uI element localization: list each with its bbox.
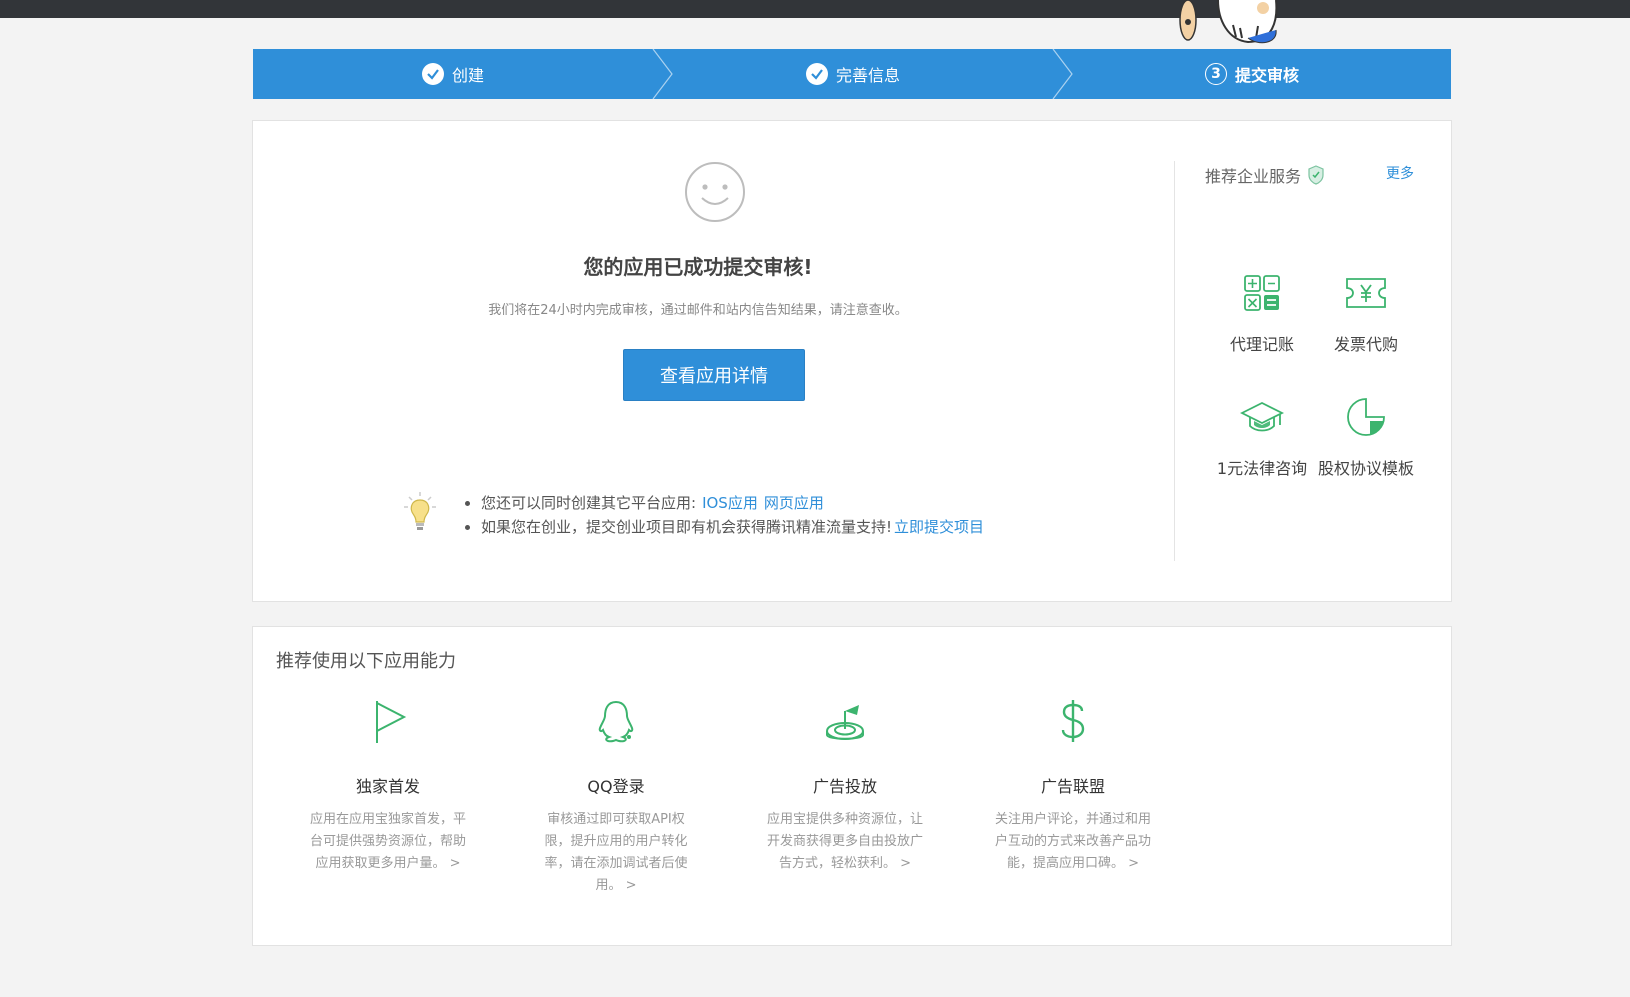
- capabilities-title: 推荐使用以下应用能力: [276, 651, 456, 672]
- service-bookkeeping[interactable]: 代理记账: [1207, 271, 1317, 355]
- capability-name: 广告联盟: [1040, 777, 1105, 796]
- service-label: 代理记账: [1229, 335, 1294, 354]
- qq-penguin-icon: [598, 700, 634, 743]
- tip-item: 您还可以同时创建其它平台应用: IOS应用网页应用: [481, 491, 984, 515]
- capability-name: 独家首发: [355, 777, 420, 796]
- pie-chart-icon: [1347, 398, 1385, 436]
- calculator-icon: [1244, 275, 1280, 311]
- service-label: 发票代购: [1333, 335, 1398, 354]
- view-app-details-button[interactable]: 查看应用详情: [623, 349, 805, 401]
- step-complete-info: 完善信息: [653, 49, 1053, 99]
- capability-description: 审核通过即可获取API权限，提升应用的用户转化率，请在添加调试者后使用。 >: [544, 812, 688, 893]
- capability-description: 关注用户评论，并通过和用户互动的方式来改善产品功能，提高应用口碑。 >: [995, 812, 1152, 871]
- sidebar-divider: [1174, 161, 1175, 561]
- recommended-services-title: 推荐企业服务: [1205, 163, 1325, 187]
- capability-exclusive-launch[interactable]: 独家首发 应用在应用宝独家首发，平台可提供强势资源位，帮助应用获取更多用户量。 …: [298, 697, 478, 875]
- shield-badge-icon: [1308, 165, 1324, 185]
- capability-name: QQ登录: [587, 777, 645, 796]
- capabilities-card: 推荐使用以下应用能力 独家首发 应用在应用宝独家首发，平台可提供强势资源位，帮助…: [252, 626, 1452, 946]
- capability-qq-login[interactable]: QQ登录 审核通过即可获取API权限，提升应用的用户转化率，请在添加调试者后使用…: [526, 697, 706, 897]
- capability-ad-placement[interactable]: 广告投放 应用宝提供多种资源位，让开发商获得更多自由投放广告方式，轻松获利。 >: [755, 697, 935, 875]
- service-invoice[interactable]: 发票代购: [1311, 271, 1421, 355]
- submit-project-link[interactable]: 立即提交项目: [894, 518, 984, 536]
- ios-app-link[interactable]: IOS应用: [702, 494, 758, 512]
- more-services-link[interactable]: 更多: [1386, 163, 1414, 183]
- step-create: 创建: [253, 49, 653, 99]
- ticket-yen-icon: [1346, 278, 1386, 308]
- service-legal-consult[interactable]: 1元法律咨询: [1207, 395, 1317, 479]
- tip-text: 如果您在创业，提交创业项目即有机会获得腾讯精准流量支持!: [481, 518, 893, 536]
- step-progress-bar: 创建 完善信息 3 提交审核: [253, 49, 1451, 99]
- capability-description: 应用宝提供多种资源位，让开发商获得更多自由投放广告方式，轻松获利。 >: [767, 812, 924, 871]
- recommended-services-label: 推荐企业服务: [1205, 167, 1302, 186]
- step-label: 创建: [451, 66, 484, 85]
- tip-item: 如果您在创业，提交创业项目即有机会获得腾讯精准流量支持!立即提交项目: [481, 515, 984, 539]
- check-circle-icon: [421, 63, 444, 85]
- capability-description: 应用在应用宝独家首发，平台可提供强势资源位，帮助应用获取更多用户量。 >: [310, 812, 467, 871]
- web-app-link[interactable]: 网页应用: [764, 494, 824, 512]
- capability-ad-network[interactable]: 广告联盟 关注用户评论，并通过和用户互动的方式来改善产品功能，提高应用口碑。 >: [983, 697, 1163, 875]
- tip-text: 您还可以同时创建其它平台应用:: [481, 494, 697, 512]
- tips-list: 您还可以同时创建其它平台应用: IOS应用网页应用 如果您在创业，提交创业项目即有…: [463, 491, 984, 539]
- check-circle-icon: [805, 63, 828, 85]
- mascot-illustration-icon: [1179, 0, 1278, 44]
- service-label: 1元法律咨询: [1216, 459, 1308, 478]
- target-icon: [826, 705, 864, 740]
- graduation-cap-icon: [1240, 401, 1284, 432]
- submission-result-card: 您的应用已成功提交审核! 我们将在24小时内完成审核，通过邮件和站内信告知结果，…: [252, 120, 1452, 602]
- success-title: 您的应用已成功提交审核!: [583, 255, 813, 279]
- smiley-icon: [685, 162, 745, 222]
- step-label: 完善信息: [835, 66, 900, 85]
- service-equity-template[interactable]: 股权协议模板: [1311, 395, 1421, 479]
- success-description: 我们将在24小时内完成审核，通过邮件和站内信告知结果，请注意查收。: [488, 303, 908, 318]
- step-number: 3: [1204, 63, 1227, 85]
- step-label: 提交审核: [1234, 66, 1299, 85]
- step-submit-review: 3 提交审核: [1053, 49, 1451, 99]
- lightbulb-icon: [404, 492, 436, 530]
- capability-name: 广告投放: [812, 777, 877, 796]
- flag-icon: [376, 701, 407, 743]
- top-bar: [0, 0, 1630, 18]
- dollar-icon: [1061, 700, 1085, 742]
- service-label: 股权协议模板: [1317, 459, 1414, 478]
